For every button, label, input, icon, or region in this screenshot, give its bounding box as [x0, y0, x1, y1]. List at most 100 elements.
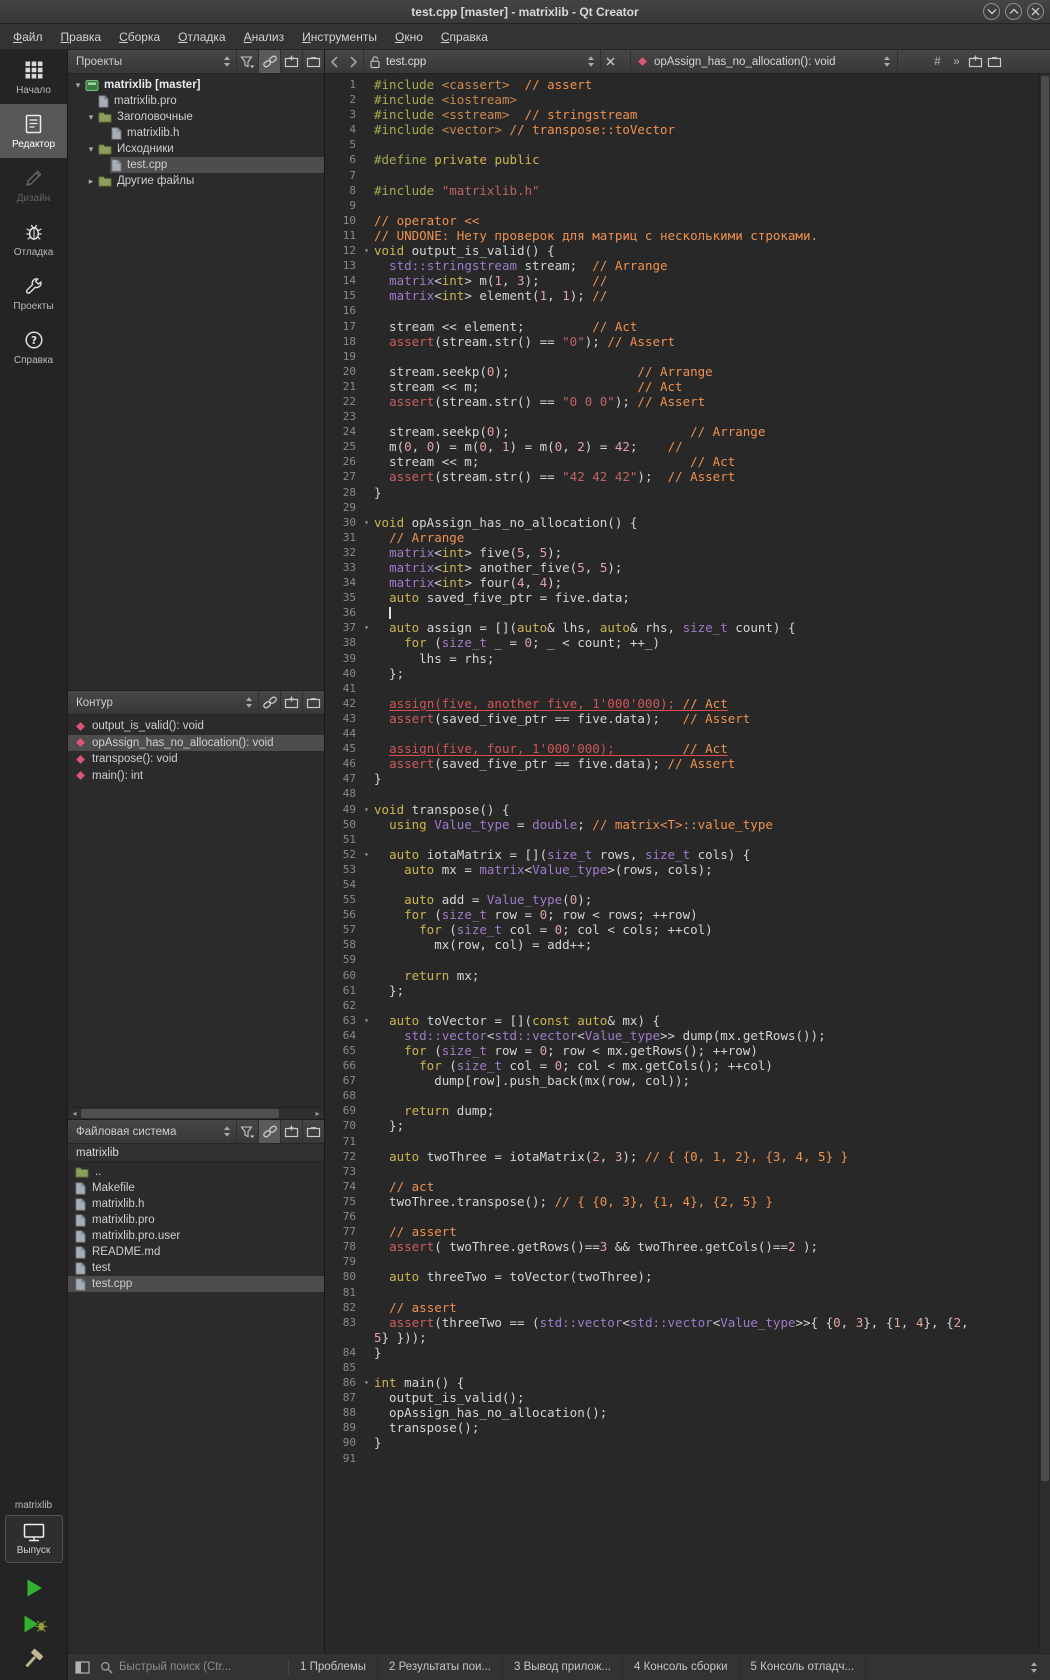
code-line[interactable]: 26 stream << m; // Act — [325, 454, 1039, 469]
code-area[interactable]: 1 #include <cassert> // assert 2 #include <… — [325, 74, 1039, 1653]
menu-analyze[interactable]: Анализ — [235, 25, 294, 49]
output-pane-application-output[interactable]: 3 Вывод прилож... — [503, 1654, 623, 1680]
fold-marker-icon[interactable]: ▾ — [359, 802, 374, 817]
code-line[interactable]: 53 auto mx = matrix<Value_type>(rows, co… — [325, 862, 1039, 877]
code-line[interactable]: 14 matrix<int> m(1, 3); // — [325, 273, 1039, 288]
outline-item[interactable]: opAssign_has_no_allocation(): void — [68, 734, 324, 751]
project-tree-item[interactable]: ▾ Заголовочные — [68, 109, 324, 125]
locator-input[interactable] — [119, 1661, 288, 1673]
code-line[interactable]: 4 #include <vector> // transpose::toVecto… — [325, 122, 1039, 137]
code-line[interactable]: 20 stream.seekp(0); // Arrange — [325, 364, 1039, 379]
maximize-button[interactable] — [1005, 3, 1022, 20]
code-line[interactable]: 58 mx(row, col) = add++; — [325, 937, 1039, 952]
outline-item[interactable]: transpose(): void — [68, 751, 324, 768]
code-line[interactable]: 46 assert(saved_five_ptr == five.data); … — [325, 756, 1039, 771]
scroll-right-arrow-icon[interactable]: ▸ — [311, 1108, 324, 1120]
line-column-button[interactable]: # — [928, 56, 947, 68]
mode-welcome[interactable]: Начало — [0, 50, 67, 104]
code-line[interactable]: 27 assert(stream.str() == "42 42 42"); /… — [325, 469, 1039, 484]
sync-with-editor-button[interactable] — [258, 50, 280, 73]
code-line[interactable]: 31 // Arrange — [325, 530, 1039, 545]
code-line[interactable]: 16 — [325, 303, 1039, 318]
code-line[interactable]: 1 #include <cassert> // assert — [325, 77, 1039, 92]
code-line[interactable]: 79 — [325, 1254, 1039, 1269]
menu-build[interactable]: Сборка — [110, 25, 169, 49]
code-line[interactable]: 45 assign(five, four, 1'000'000); // Act — [325, 741, 1039, 756]
code-line[interactable]: 21 stream << m; // Act — [325, 379, 1039, 394]
code-line[interactable]: 7 — [325, 168, 1039, 183]
mode-help[interactable]: ? Справка — [0, 320, 67, 374]
close-button[interactable] — [1027, 3, 1044, 20]
mode-projects[interactable]: Проекты — [0, 266, 67, 320]
code-line[interactable]: 18 assert(stream.str() == "0"); // Asser… — [325, 334, 1039, 349]
code-line[interactable]: 89 transpose(); — [325, 1420, 1039, 1435]
projects-pane-selector[interactable]: Проекты — [68, 50, 236, 73]
project-tree-item[interactable]: ▸ Другие файлы — [68, 173, 324, 189]
code-line[interactable]: 33 matrix<int> another_five(5, 5); — [325, 560, 1039, 575]
close-split-button[interactable] — [302, 691, 324, 714]
expander-open-icon[interactable]: ▾ — [85, 141, 97, 157]
code-line[interactable]: 19 — [325, 349, 1039, 364]
code-line[interactable]: 76 — [325, 1209, 1039, 1224]
scroll-left-arrow-icon[interactable]: ◂ — [68, 1108, 81, 1120]
expander-open-icon[interactable]: ▾ — [85, 109, 97, 125]
code-line[interactable]: 23 — [325, 409, 1039, 424]
sync-with-editor-button[interactable] — [258, 1120, 280, 1143]
outline-item[interactable]: output_is_valid(): void — [68, 718, 324, 735]
mode-design[interactable]: Дизайн — [0, 158, 67, 212]
code-line[interactable]: 29 — [325, 500, 1039, 515]
file-item[interactable]: Makefile — [68, 1180, 324, 1196]
shade-button[interactable] — [983, 3, 1000, 20]
code-line[interactable]: 43 assert(saved_five_ptr == five.data); … — [325, 711, 1039, 726]
code-line[interactable]: 81 — [325, 1285, 1039, 1300]
output-pane-search-results[interactable]: 2 Результаты пои... — [378, 1654, 503, 1680]
code-line[interactable]: 77 // assert — [325, 1224, 1039, 1239]
code-line[interactable]: 37 ▾ auto assign = [](auto& lhs, auto& rh… — [325, 620, 1039, 635]
code-line[interactable]: 34 matrix<int> four(4, 4); — [325, 575, 1039, 590]
code-line[interactable]: 15 matrix<int> element(1, 1); // — [325, 288, 1039, 303]
project-tree-item[interactable]: matrixlib.h — [68, 125, 324, 141]
editor-scrollbar-thumb[interactable] — [1041, 76, 1049, 1482]
output-pane-issues[interactable]: 1 Проблемы — [289, 1654, 378, 1680]
debug-run-button[interactable] — [5, 1607, 63, 1640]
code-line[interactable]: 42 assign(five, another_five, 1'000'000)… — [325, 696, 1039, 711]
menu-help[interactable]: Справка — [432, 25, 497, 49]
menu-debug[interactable]: Отладка — [169, 25, 234, 49]
file-item[interactable]: matrixlib.pro — [68, 1212, 324, 1228]
code-line[interactable]: 6 #define private public — [325, 152, 1039, 167]
code-line[interactable]: 52 ▾ auto iotaMatrix = [](size_t rows, si… — [325, 847, 1039, 862]
code-line[interactable]: 51 — [325, 832, 1039, 847]
file-item[interactable]: matrixlib.pro.user — [68, 1228, 324, 1244]
output-pane-compile-output[interactable]: 4 Консоль сборки — [623, 1654, 740, 1680]
fold-marker-icon[interactable]: ▾ — [359, 243, 374, 258]
filesystem-root-selector[interactable]: matrixlib — [68, 1144, 324, 1162]
symbol-selector[interactable]: opAssign_has_no_allocation(): void — [630, 50, 898, 73]
fold-marker-icon[interactable]: ▾ — [359, 620, 374, 635]
code-line[interactable]: 40 }; — [325, 666, 1039, 681]
code-line[interactable]: 32 matrix<int> five(5, 5); — [325, 545, 1039, 560]
outline-item[interactable]: main(): int — [68, 768, 324, 785]
menu-edit[interactable]: Правка — [52, 25, 111, 49]
editor-scrollbar[interactable] — [1039, 74, 1050, 1653]
fold-marker-icon[interactable]: ▾ — [359, 847, 374, 862]
filesystem-pane-selector[interactable]: Файловая система — [68, 1120, 236, 1143]
outline-pane-selector[interactable]: Контур — [68, 691, 258, 714]
close-split-button[interactable] — [302, 1120, 324, 1143]
code-line[interactable]: 70 }; — [325, 1118, 1039, 1133]
code-line[interactable]: 60 return mx; — [325, 968, 1039, 983]
split-button[interactable] — [280, 1120, 302, 1143]
expander-closed-icon[interactable]: ▸ — [85, 173, 97, 189]
code-line[interactable]: 54 — [325, 877, 1039, 892]
mode-edit[interactable]: Редактор — [0, 104, 67, 158]
open-document-selector[interactable]: test.cpp — [363, 50, 601, 73]
code-line[interactable]: 73 — [325, 1164, 1039, 1179]
split-button[interactable] — [280, 50, 302, 73]
code-line[interactable]: 35 auto saved_five_ptr = five.data; — [325, 590, 1039, 605]
code-line[interactable]: 22 assert(stream.str() == "0 0 0"); // A… — [325, 394, 1039, 409]
file-item[interactable]: README.md — [68, 1244, 324, 1260]
file-item[interactable]: test — [68, 1260, 324, 1276]
code-line[interactable]: 10 // operator << — [325, 213, 1039, 228]
run-button[interactable] — [5, 1571, 63, 1604]
code-line[interactable]: 49 ▾ void transpose() { — [325, 802, 1039, 817]
code-line[interactable]: 68 — [325, 1088, 1039, 1103]
